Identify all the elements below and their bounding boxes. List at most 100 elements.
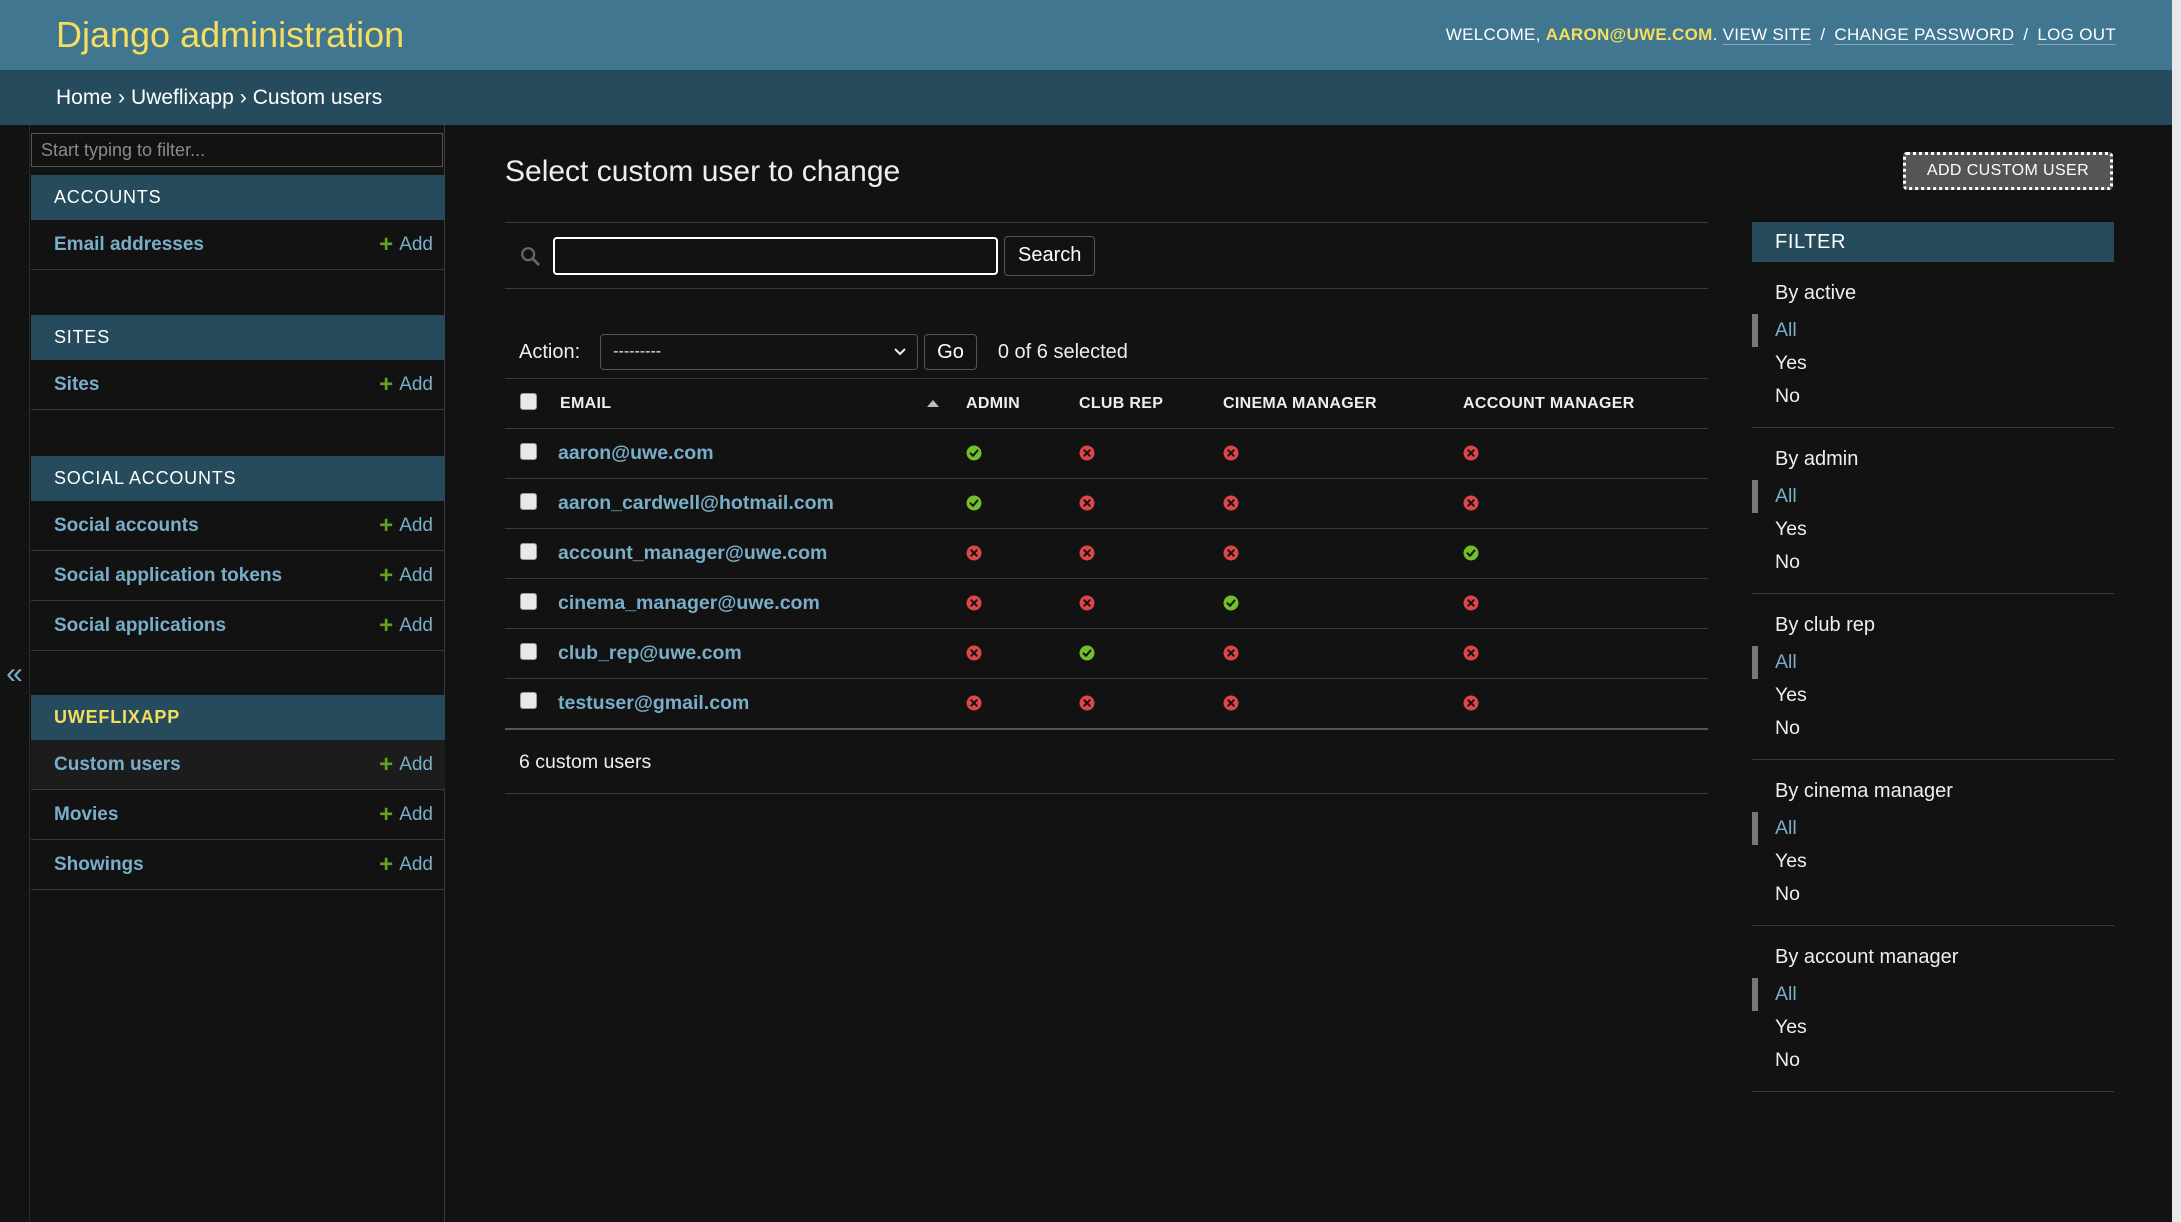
logout-link[interactable]: LOG OUT (2037, 25, 2116, 45)
nav-filter-input[interactable] (31, 133, 443, 167)
user-email-link[interactable]: testuser@gmail.com (556, 692, 749, 714)
user-email-link[interactable]: club_rep@uwe.com (556, 642, 742, 664)
user-email-link[interactable]: cinema_manager@uwe.com (556, 592, 820, 614)
model-link-social-application-tokens[interactable]: Social application tokens (54, 565, 282, 587)
user-email-link[interactable]: aaron@uwe.com (556, 442, 714, 464)
filter-option-yes[interactable]: Yes (1752, 347, 2114, 380)
account-manager-cell (1463, 428, 1708, 479)
add-social-application-link[interactable]: + Add (379, 611, 433, 639)
row-checkbox[interactable] (520, 592, 537, 610)
breadcrumb-app[interactable]: Uweflixapp (131, 86, 234, 110)
filter-option-yes[interactable]: Yes (1752, 1011, 2114, 1044)
add-custom-user-link[interactable]: + Add (379, 750, 433, 778)
account-manager-cell (1463, 678, 1708, 730)
x-circle-icon (1463, 445, 1479, 461)
column-header-cinema-manager[interactable]: CINEMA MANAGER (1223, 378, 1463, 429)
x-circle-icon (1223, 695, 1239, 711)
user-email-link[interactable]: account_manager@uwe.com (556, 542, 827, 564)
add-social-account-link[interactable]: + Add (379, 513, 433, 538)
model-link-sites[interactable]: Sites (54, 374, 99, 396)
table-row: account_manager@uwe.com (505, 528, 1708, 579)
paginator: 6 custom users (505, 731, 1708, 794)
go-button[interactable]: Go (924, 334, 977, 370)
action-select[interactable]: --------- (600, 334, 919, 370)
add-email-address-link[interactable]: + Add (379, 232, 433, 257)
cinema-manager-cell (1223, 628, 1463, 679)
model-link-showings[interactable]: Showings (54, 854, 144, 876)
sort-ascending-icon[interactable] (926, 398, 940, 408)
model-link-movies[interactable]: Movies (54, 804, 118, 826)
plus-icon: + (379, 611, 394, 639)
plus-icon: + (379, 750, 394, 778)
filter-option-no[interactable]: No (1752, 546, 2114, 579)
filter-option-no[interactable]: No (1752, 1044, 2114, 1077)
filter-option-no[interactable]: No (1752, 712, 2114, 745)
plus-icon: + (379, 800, 394, 828)
x-circle-icon (1223, 545, 1239, 561)
filter-option-no[interactable]: No (1752, 878, 2114, 911)
filter-option-no[interactable]: No (1752, 380, 2114, 413)
column-header-club-rep[interactable]: CLUB REP (1079, 378, 1223, 429)
column-label-email: EMAIL (560, 394, 611, 412)
site-title[interactable]: Django administration (56, 14, 404, 56)
column-header-account-manager[interactable]: ACCOUNT MANAGER (1463, 378, 1708, 429)
model-link-social-applications[interactable]: Social applications (54, 615, 226, 637)
row-checkbox[interactable] (520, 692, 537, 710)
filter-option-yes[interactable]: Yes (1752, 679, 2114, 712)
filter-group-by-active: By active All Yes No (1752, 262, 2114, 428)
filter-option-all[interactable]: All (1752, 812, 2114, 845)
filter-option-yes[interactable]: Yes (1752, 845, 2114, 878)
model-link-social-accounts[interactable]: Social accounts (54, 515, 199, 537)
change-password-link[interactable]: CHANGE PASSWORD (1834, 25, 2015, 45)
app-caption-social-accounts[interactable]: SOCIAL ACCOUNTS (31, 456, 445, 501)
x-circle-icon (966, 645, 982, 661)
result-count: 6 custom users (519, 750, 652, 773)
add-social-application-token-link[interactable]: + Add (379, 563, 433, 588)
row-checkbox[interactable] (520, 492, 537, 510)
club-rep-cell (1079, 678, 1223, 730)
model-row-showings: Showings + Add (31, 840, 445, 890)
app-sites: SITES Sites + Add (31, 315, 445, 410)
column-header-email[interactable]: EMAIL (556, 378, 966, 429)
check-circle-icon (966, 495, 982, 511)
row-select-cell (505, 478, 556, 529)
filter-option-all[interactable]: All (1752, 314, 2114, 347)
welcome-period: . (1712, 25, 1718, 44)
filter-option-all[interactable]: All (1752, 978, 2114, 1011)
add-label: Add (399, 803, 433, 825)
app-caption-sites[interactable]: SITES (31, 315, 445, 360)
nav-collapse-toggle[interactable]: « (0, 125, 30, 1222)
user-email-link[interactable]: aaron_cardwell@hotmail.com (556, 492, 834, 514)
breadcrumb-home[interactable]: Home (56, 86, 112, 110)
add-custom-user-button[interactable]: ADD CUSTOM USER (1903, 152, 2113, 190)
x-circle-icon (966, 595, 982, 611)
row-checkbox[interactable] (520, 542, 537, 560)
x-circle-icon (966, 545, 982, 561)
add-label: Add (399, 373, 433, 395)
filter-option-all[interactable]: All (1752, 646, 2114, 679)
email-cell: testuser@gmail.com (556, 678, 966, 730)
search-button[interactable]: Search (1004, 235, 1096, 276)
page-scrollbar[interactable] (2172, 0, 2181, 1222)
model-link-custom-users[interactable]: Custom users (54, 754, 181, 776)
app-caption-accounts[interactable]: ACCOUNTS (31, 175, 445, 220)
filter-option-all[interactable]: All (1752, 480, 2114, 513)
add-movie-link[interactable]: + Add (379, 800, 433, 828)
filter-option-yes[interactable]: Yes (1752, 513, 2114, 546)
app-caption-uweflixapp[interactable]: UWEFLIXAPP (31, 695, 445, 740)
site-header: Django administration WELCOME, AARON@UWE… (0, 0, 2172, 70)
row-checkbox[interactable] (520, 642, 537, 660)
welcome-text: WELCOME, (1445, 25, 1541, 44)
column-header-admin[interactable]: ADMIN (966, 378, 1079, 429)
row-checkbox[interactable] (520, 442, 537, 460)
app-social-accounts: SOCIAL ACCOUNTS Social accounts + Add Soc… (31, 456, 445, 651)
select-all-checkbox[interactable] (520, 392, 537, 410)
add-showing-link[interactable]: + Add (379, 852, 433, 877)
model-link-email-addresses[interactable]: Email addresses (54, 234, 204, 256)
add-site-link[interactable]: + Add (379, 372, 433, 397)
table-row: club_rep@uwe.com (505, 628, 1708, 679)
view-site-link[interactable]: VIEW SITE (1722, 25, 1812, 45)
breadcrumb: Home › Uweflixapp › Custom users (0, 70, 2172, 125)
search-input[interactable] (553, 236, 998, 275)
admin-cell (966, 528, 1079, 579)
